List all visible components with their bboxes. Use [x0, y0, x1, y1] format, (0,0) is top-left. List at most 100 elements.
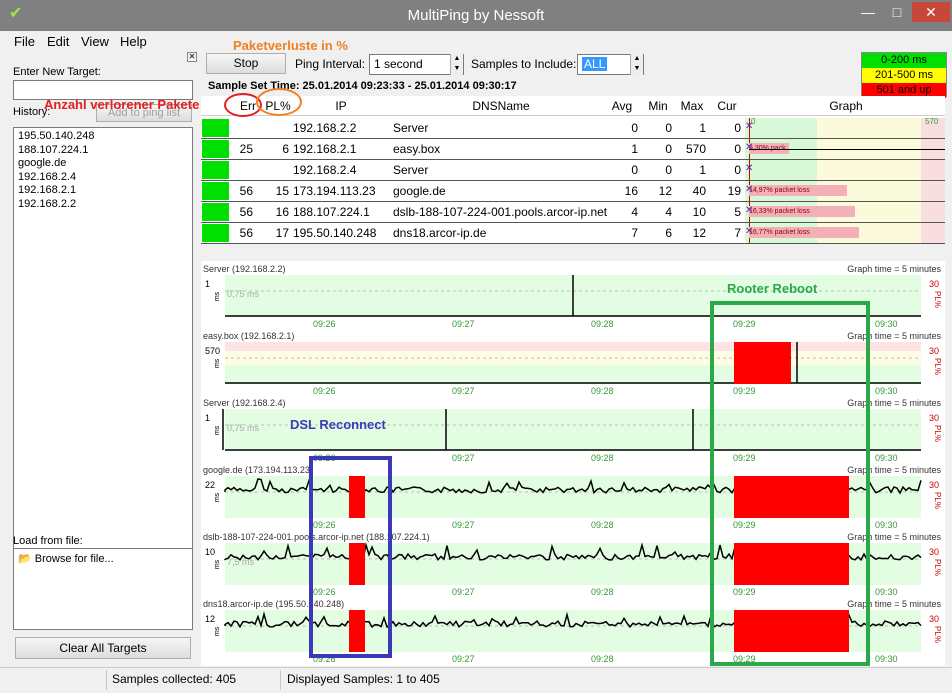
cell-avg: 0	[631, 163, 638, 177]
header-ip[interactable]: IP	[311, 99, 371, 113]
samples-label: Samples to Include:	[471, 57, 577, 71]
header-max[interactable]: Max	[677, 99, 707, 113]
panel-close-icon[interactable]: ✕	[187, 52, 197, 62]
cell-min: 0	[665, 121, 672, 135]
chart-x-tick: 09:27	[452, 654, 475, 664]
cell-max: 12	[692, 226, 706, 240]
table-header: Err PL% IP DNSName Avg Min Max Cur Graph	[201, 96, 945, 116]
load-from-file-label: Load from file:	[13, 535, 83, 547]
annotation-dsl-reconnect: DSL Reconnect	[290, 417, 386, 432]
browse-label: Browse for file...	[34, 553, 114, 565]
current-marker-icon: ✕	[745, 142, 754, 153]
cell-cur: 0	[734, 163, 741, 177]
row-graph: ✕	[745, 160, 945, 180]
cell-dns: dslb-188-107-224-001.pools.arcor-ip.net	[393, 205, 608, 219]
title-bar: ✔ MultiPing by Nessoft — □ ✕	[0, 0, 952, 31]
history-item[interactable]: 195.50.140.248	[14, 130, 192, 144]
load-file-box: 📂 Browse for file...	[13, 548, 193, 630]
latency-legend: 0-200 ms 201-500 ms 501 and up	[861, 52, 947, 98]
menu-view[interactable]: View	[81, 34, 109, 49]
header-min[interactable]: Min	[643, 99, 673, 113]
samples-collected: Samples collected: 405	[112, 672, 237, 686]
ping-interval-spinner[interactable]: ▲ ▼	[450, 54, 463, 75]
left-panel: ✕ Enter New Target: History: Add to ping…	[10, 52, 198, 662]
table-row[interactable]: 56 16 188.107.224.1 dslb-188-107-224-001.po…	[201, 202, 945, 223]
cell-cur: 0	[734, 121, 741, 135]
annotation-reboot-box	[710, 301, 870, 666]
cell-err: 56	[239, 205, 253, 219]
cell-err: 25	[239, 142, 253, 156]
header-dns[interactable]: DNSName	[441, 99, 561, 113]
cell-cur: 19	[727, 184, 741, 198]
history-item[interactable]: 192.168.2.1	[14, 184, 192, 198]
annotation-anzahl: Anzahl verlorener Pakete	[44, 97, 200, 112]
header-avg[interactable]: Avg	[607, 99, 637, 113]
cell-dns: dns18.arcor-ip.de	[393, 226, 487, 240]
minimize-button[interactable]: —	[855, 2, 881, 22]
cell-err: 56	[239, 184, 253, 198]
table-row[interactable]: 192.168.2.4 Server 0 0 1 0 ✕	[201, 160, 945, 181]
menu-edit[interactable]: Edit	[47, 34, 69, 49]
cell-dns: Server	[393, 121, 429, 135]
samples-spinner[interactable]: ▲ ▼	[630, 54, 643, 75]
cell-cur: 0	[734, 142, 741, 156]
status-separator	[106, 670, 107, 690]
enter-target-label: Enter New Target:	[13, 66, 101, 78]
displayed-samples: Displayed Samples: 1 to 405	[287, 672, 440, 686]
cell-err: 56	[239, 226, 253, 240]
cell-pl: 6	[282, 142, 289, 156]
status-indicator	[202, 224, 229, 242]
annotation-dsl-box	[309, 456, 392, 658]
close-button[interactable]: ✕	[912, 2, 950, 22]
table-row[interactable]: 192.168.2.2 Server 0 0 1 0 ✕ 0 570	[201, 117, 945, 139]
samples-select[interactable]: ALL ▲ ▼	[577, 54, 644, 75]
status-indicator	[202, 119, 229, 137]
stop-button[interactable]: Stop	[206, 53, 286, 74]
history-item[interactable]: google.de	[14, 157, 192, 171]
cell-avg: 0	[631, 121, 638, 135]
cell-max: 1	[699, 121, 706, 135]
legend-green: 0-200 ms	[862, 53, 946, 68]
clear-all-targets-button[interactable]: Clear All Targets	[15, 637, 191, 659]
targets-table: Err PL% IP DNSName Avg Min Max Cur Graph…	[201, 96, 945, 244]
menu-file[interactable]: File	[14, 34, 35, 49]
menu-help[interactable]: Help	[120, 34, 147, 49]
samples-value: ALL	[582, 57, 608, 71]
table-row[interactable]: 56 15 173.194.113.23 google.de 16 12 40 19 14,97…	[201, 181, 945, 202]
legend-yellow: 201-500 ms	[862, 68, 946, 83]
browse-for-file[interactable]: 📂 Browse for file...	[18, 552, 114, 565]
history-list[interactable]: 195.50.140.248 188.107.224.1 google.de 1…	[13, 127, 193, 582]
cell-cur: 5	[734, 205, 741, 219]
cell-min: 6	[665, 226, 672, 240]
status-indicator	[202, 161, 229, 179]
status-indicator	[202, 203, 229, 221]
ping-interval-select[interactable]: 1 second ▲ ▼	[369, 54, 464, 75]
cell-dns: easy.box	[393, 142, 441, 156]
cell-pl: 17	[275, 226, 289, 240]
cell-pl: 16	[275, 205, 289, 219]
cell-dns: Server	[393, 163, 429, 177]
current-marker-icon: ✕	[745, 163, 754, 174]
history-item[interactable]: 192.168.2.4	[14, 171, 192, 185]
row-graph: 6,30% pack✕	[745, 139, 945, 159]
sample-set-time: Sample Set Time: 25.01.2014 09:23:33 - 2…	[208, 80, 517, 92]
ping-interval-label: Ping Interval:	[295, 57, 366, 71]
history-item[interactable]: 188.107.224.1	[14, 144, 192, 158]
header-graph[interactable]: Graph	[801, 99, 891, 113]
annotation-paketverluste: Paketverluste in %	[233, 38, 348, 53]
history-item[interactable]: 192.168.2.2	[14, 198, 192, 212]
row-graph: 16,33% packet loss ✕	[745, 202, 945, 222]
cell-avg: 1	[631, 142, 638, 156]
annotation-rooter-reboot: Rooter Reboot	[727, 281, 818, 296]
graph-scale-low: 0	[751, 117, 756, 126]
cell-max: 570	[685, 142, 706, 156]
cell-min: 4	[665, 205, 672, 219]
table-row[interactable]: 56 17 195.50.140.248 dns18.arcor-ip.de 7 6 12 7…	[201, 223, 945, 244]
maximize-button[interactable]: □	[884, 2, 910, 22]
cell-min: 0	[665, 142, 672, 156]
status-indicator	[202, 140, 229, 158]
status-indicator	[202, 182, 229, 200]
row-graph: ✕ 0 570	[745, 117, 945, 138]
table-row[interactable]: 256192.168.2.1easy.box1057006,30% pack✕	[201, 139, 945, 160]
header-cur[interactable]: Cur	[713, 99, 741, 113]
